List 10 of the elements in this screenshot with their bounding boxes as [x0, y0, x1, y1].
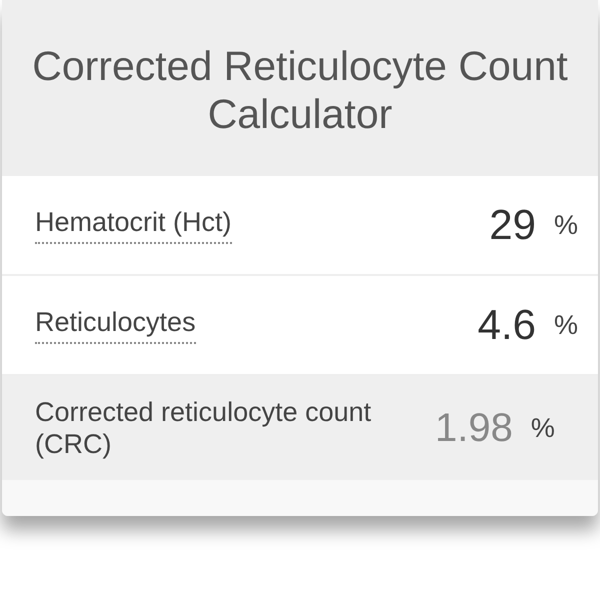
input-field[interactable]: 29 — [489, 201, 536, 249]
calculator-title: Corrected Reticulocyte Count Calculator — [31, 42, 569, 139]
field-label: Hematocrit (Hct) — [35, 206, 232, 244]
input-field[interactable]: 4.6 — [478, 301, 536, 349]
result-label: Corrected reticulocyte count (CRC) — [35, 396, 372, 460]
unit-label: % — [530, 412, 555, 444]
unit-label: % — [554, 210, 578, 240]
field-label: Reticulocytes — [35, 306, 196, 344]
unit-label: % — [554, 310, 578, 340]
result-value: 1.98 — [435, 406, 513, 450]
